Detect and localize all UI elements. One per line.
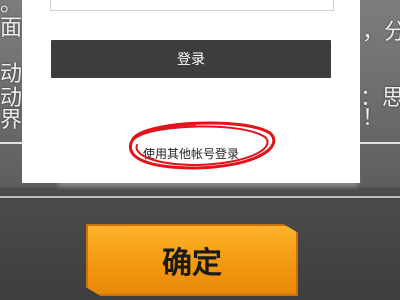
background-divider-left — [0, 142, 22, 144]
login-button[interactable]: 登录 — [51, 40, 331, 78]
red-circle-annotation — [128, 121, 276, 170]
background-divider-bottom — [0, 196, 400, 198]
background-text-left-4: 界 — [0, 108, 23, 133]
background-text-right-1: ，分 — [362, 20, 400, 45]
confirm-button[interactable]: 确定 — [86, 224, 298, 296]
background-text-left-3: 动 — [0, 86, 23, 111]
background-text-left-1: 面 — [0, 16, 23, 41]
account-input[interactable] — [50, 0, 334, 11]
background-divider-right — [360, 142, 400, 144]
background-text-top-left: 。 — [0, 0, 23, 17]
background-text-right-3: ！ — [362, 106, 385, 131]
background-text-left-2: 动 — [0, 62, 23, 87]
